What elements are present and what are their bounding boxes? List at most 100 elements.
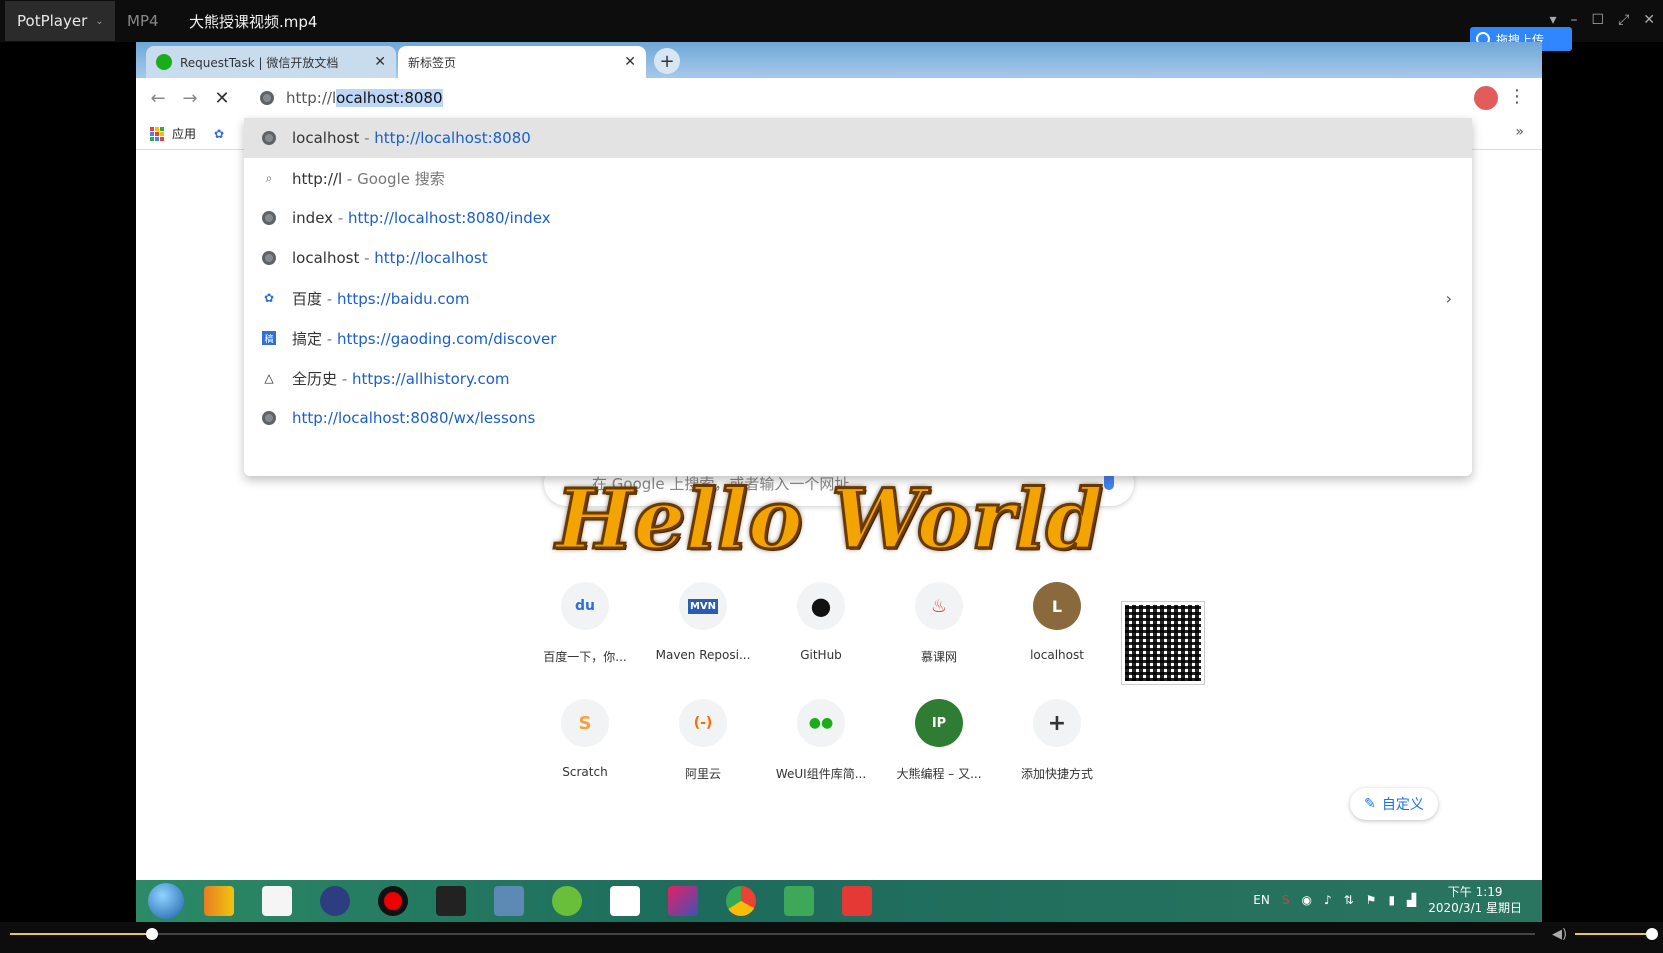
apps-grid-icon[interactable] bbox=[150, 126, 164, 141]
imooc-icon: ♨ bbox=[915, 582, 963, 630]
shortcut-tile[interactable]: du 百度一下，你... bbox=[526, 582, 644, 665]
input-language[interactable]: EN bbox=[1253, 893, 1270, 907]
shortcut-tile[interactable]: ●● WeUI组件库简... bbox=[762, 699, 880, 782]
clock[interactable]: 下午 1:19 2020/3/1 星期日 bbox=[1428, 884, 1522, 916]
terminal-icon bbox=[436, 886, 466, 916]
taskbar-app[interactable] bbox=[660, 881, 706, 921]
battery-icon[interactable]: ▮ bbox=[1388, 893, 1395, 907]
maximize-icon[interactable]: ☐ bbox=[1592, 12, 1605, 28]
tile-glyph: MVN bbox=[687, 598, 719, 614]
stop-icon[interactable]: ✕ bbox=[210, 86, 234, 110]
tile-glyph: ♨ bbox=[930, 595, 948, 617]
baidu-paw-icon[interactable]: ✿ bbox=[214, 127, 224, 141]
xmind-icon bbox=[842, 886, 872, 916]
taskbar-app[interactable] bbox=[776, 881, 822, 921]
taskbar-app[interactable] bbox=[718, 881, 764, 921]
taskbar-app[interactable] bbox=[196, 881, 242, 921]
suggestion-item[interactable]: ⌕ http://l - Google 搜索 bbox=[244, 158, 1472, 198]
tile-glyph: du bbox=[575, 598, 595, 614]
taskbar-app[interactable] bbox=[544, 881, 590, 921]
suggestion-item[interactable]: localhost - http://localhost bbox=[244, 238, 1472, 278]
chevron-down-icon: ⌄ bbox=[95, 15, 104, 27]
taskbar-app[interactable] bbox=[834, 881, 880, 921]
tab-new-tab[interactable]: 新标签页 ✕ bbox=[398, 46, 646, 78]
suggestion-item[interactable]: localhost - http://localhost:8080 bbox=[244, 118, 1472, 158]
localhost-letter-icon: L bbox=[1033, 582, 1081, 630]
network-icon[interactable]: ⇅ bbox=[1344, 893, 1354, 907]
seek-bar[interactable] bbox=[10, 928, 1535, 940]
taskbar-app[interactable] bbox=[428, 881, 474, 921]
new-tab-button[interactable]: + bbox=[654, 48, 680, 74]
tile-label: 慕课网 bbox=[920, 650, 957, 664]
ip-badge-icon: IP bbox=[915, 699, 963, 747]
taskbar-app[interactable] bbox=[254, 881, 300, 921]
clock-date: 2020/3/1 星期日 bbox=[1428, 901, 1522, 915]
video-frame[interactable]: RequestTask | 微信开放文档 ✕ 新标签页 ✕ + ← → ✕ ht… bbox=[136, 42, 1542, 922]
customize-button[interactable]: ✎ 自定义 bbox=[1350, 788, 1438, 820]
suggestion-separator: - bbox=[322, 329, 337, 348]
forward-arrow-icon[interactable]: → bbox=[178, 86, 202, 110]
seek-handle[interactable] bbox=[145, 928, 158, 940]
tile-label: 百度一下，你... bbox=[543, 650, 627, 664]
close-icon[interactable]: ✕ bbox=[1643, 12, 1655, 28]
taskbar-app[interactable] bbox=[602, 881, 648, 921]
suggestion-title: localhost bbox=[292, 249, 360, 267]
minimize-icon[interactable]: – bbox=[1571, 12, 1578, 28]
tile-label: GitHub bbox=[800, 648, 842, 662]
address-text[interactable]: http://localhost:8080 bbox=[286, 89, 443, 107]
shortcut-tile[interactable]: ♨ 慕课网 bbox=[880, 582, 998, 665]
back-arrow-icon[interactable]: ← bbox=[146, 86, 170, 110]
tile-glyph: S bbox=[578, 712, 592, 734]
shortcut-tile[interactable]: IP 大熊编程 – 又... bbox=[880, 699, 998, 782]
suggestion-item[interactable]: △ 全历史 - https://allhistory.com bbox=[244, 358, 1472, 398]
volume-icon[interactable]: ♪ bbox=[1324, 893, 1332, 907]
shortcut-tile[interactable]: S Scratch bbox=[526, 699, 644, 782]
apps-label[interactable]: 应用 bbox=[172, 125, 196, 142]
signal-icon[interactable]: ▟ bbox=[1407, 893, 1416, 907]
more-menu-icon[interactable]: ⋮ bbox=[1508, 86, 1526, 107]
tab-requesttask[interactable]: RequestTask | 微信开放文档 ✕ bbox=[146, 46, 396, 78]
globe-icon bbox=[262, 211, 276, 225]
file-name: 大熊授课视频.mp4 bbox=[189, 12, 318, 31]
add-shortcut-tile[interactable]: + 添加快捷方式 bbox=[998, 699, 1116, 782]
taskbar-app[interactable] bbox=[312, 881, 358, 921]
shortcut-tile[interactable]: MVN Maven Reposi... bbox=[644, 582, 762, 665]
shortcut-tile[interactable]: (-) 阿里云 bbox=[644, 699, 762, 782]
gaoding-icon: 稿 bbox=[262, 331, 276, 345]
fullscreen-icon[interactable]: ⤢ bbox=[1618, 12, 1629, 28]
suggestion-item[interactable]: ✿ 百度 - https://baidu.com › bbox=[244, 278, 1472, 318]
search-icon: ⌕ bbox=[265, 170, 273, 185]
taskbar-app[interactable] bbox=[370, 881, 416, 921]
sogou-icon[interactable]: S bbox=[1282, 893, 1290, 907]
address-autocomplete-selection: ocalhost:8080 bbox=[336, 89, 443, 107]
suggestion-separator: - bbox=[342, 169, 358, 188]
browser-tabstrip: RequestTask | 微信开放文档 ✕ 新标签页 ✕ + bbox=[136, 42, 1542, 78]
globe-icon bbox=[262, 411, 276, 425]
suggestion-item[interactable]: index - http://localhost:8080/index bbox=[244, 198, 1472, 238]
profile-avatar[interactable] bbox=[1474, 86, 1498, 110]
tile-label: 大熊编程 – 又... bbox=[896, 767, 982, 781]
pin-icon[interactable]: ▾ bbox=[1549, 12, 1556, 28]
seek-progress bbox=[10, 933, 152, 935]
record-icon[interactable]: ◉ bbox=[1301, 893, 1311, 907]
bookmarks-overflow[interactable]: » bbox=[1515, 124, 1524, 140]
flag-icon[interactable]: ⚑ bbox=[1366, 893, 1377, 907]
tile-label: Scratch bbox=[562, 765, 608, 779]
taskbar-app[interactable] bbox=[486, 881, 532, 921]
shortcut-tile[interactable]: L localhost bbox=[998, 582, 1116, 665]
green-app-icon bbox=[552, 886, 582, 916]
tile-glyph: ●● bbox=[808, 715, 834, 731]
address-bar[interactable]: http://localhost:8080 bbox=[244, 78, 1472, 118]
windows-start-icon[interactable] bbox=[148, 883, 184, 919]
potplayer-menu-button[interactable]: PotPlayer ⌄ bbox=[5, 1, 115, 41]
volume-icon[interactable]: ◀) bbox=[1552, 927, 1567, 942]
shortcut-tile[interactable]: ● GitHub bbox=[762, 582, 880, 665]
volume-handle[interactable] bbox=[1646, 928, 1658, 940]
close-icon[interactable]: ✕ bbox=[624, 54, 636, 70]
suggestion-item[interactable]: http://localhost:8080/wx/lessons bbox=[244, 398, 1472, 438]
volume-slider[interactable] bbox=[1575, 928, 1658, 940]
suggestion-item[interactable]: 稿 搞定 - https://gaoding.com/discover bbox=[244, 318, 1472, 358]
chevron-right-icon[interactable]: › bbox=[1446, 289, 1452, 308]
suggestion-title: localhost bbox=[292, 129, 360, 147]
close-icon[interactable]: ✕ bbox=[374, 54, 386, 70]
